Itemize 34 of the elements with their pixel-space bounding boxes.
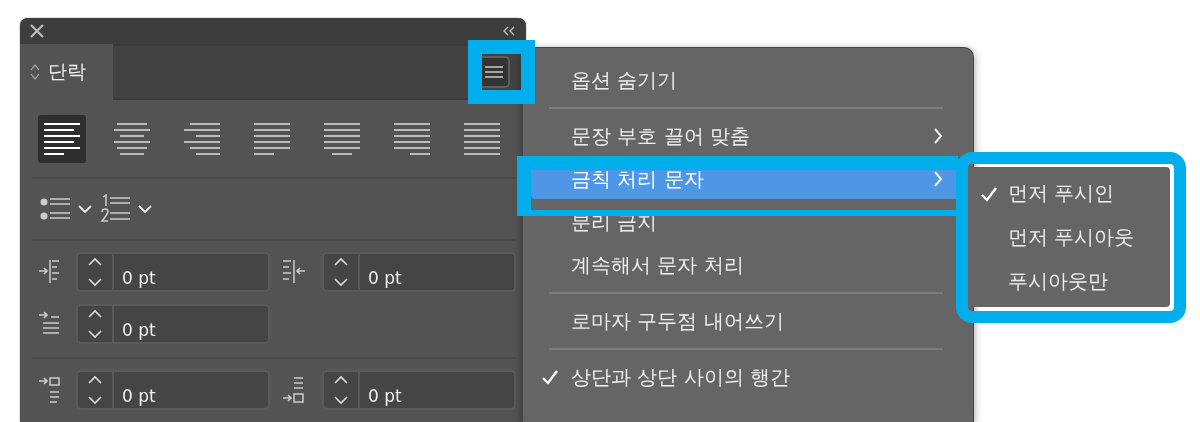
menu-item[interactable]: 푸시아웃만	[970, 259, 1170, 303]
menu-item[interactable]: 먼저 푸시인	[970, 171, 1170, 215]
panel-tab[interactable]: 단락	[20, 44, 113, 100]
stepper-icon[interactable]	[87, 257, 103, 287]
number-field[interactable]: 0 pt	[76, 304, 270, 344]
collapse-icon[interactable]	[502, 26, 516, 36]
first-line-indent-icon	[39, 311, 61, 337]
align-button[interactable]	[38, 115, 86, 163]
sort-arrows-icon[interactable]	[30, 63, 40, 81]
menu-item[interactable]: 상단과 상단 사이의 행간	[531, 357, 965, 397]
menu-item[interactable]: 문장 부호 끌어 맞춤	[531, 116, 965, 156]
right-indent-icon	[283, 259, 305, 285]
stepper-icon[interactable]	[87, 375, 103, 405]
highlight-frame	[468, 40, 535, 104]
number-field[interactable]: 0 pt	[76, 370, 270, 410]
menu-item[interactable]: 옵션 숨기기	[531, 60, 965, 100]
space-after-icon	[283, 377, 305, 403]
tab-label: 단락	[48, 59, 86, 84]
numbered-list-icon[interactable]	[100, 194, 130, 224]
menu-item[interactable]: 계속해서 문자 처리	[531, 245, 965, 285]
stepper-icon[interactable]	[333, 257, 349, 287]
menu-item[interactable]: 로마자 구두점 내어쓰기	[531, 301, 965, 341]
dropdown-caret-icon[interactable]	[138, 205, 152, 213]
close-icon[interactable]	[30, 24, 44, 38]
dropdown-caret-icon[interactable]	[78, 205, 92, 213]
number-field[interactable]: 0 pt	[322, 252, 516, 292]
space-before-icon	[39, 377, 61, 403]
left-indent-icon	[39, 259, 61, 285]
number-field[interactable]: 0 pt	[322, 370, 516, 410]
number-field[interactable]: 0 pt	[76, 252, 270, 292]
stepper-icon[interactable]	[87, 309, 103, 339]
menu-item[interactable]: 먼저 푸시아웃	[970, 215, 1170, 259]
stepper-icon[interactable]	[333, 375, 349, 405]
menu-icon	[485, 65, 503, 79]
